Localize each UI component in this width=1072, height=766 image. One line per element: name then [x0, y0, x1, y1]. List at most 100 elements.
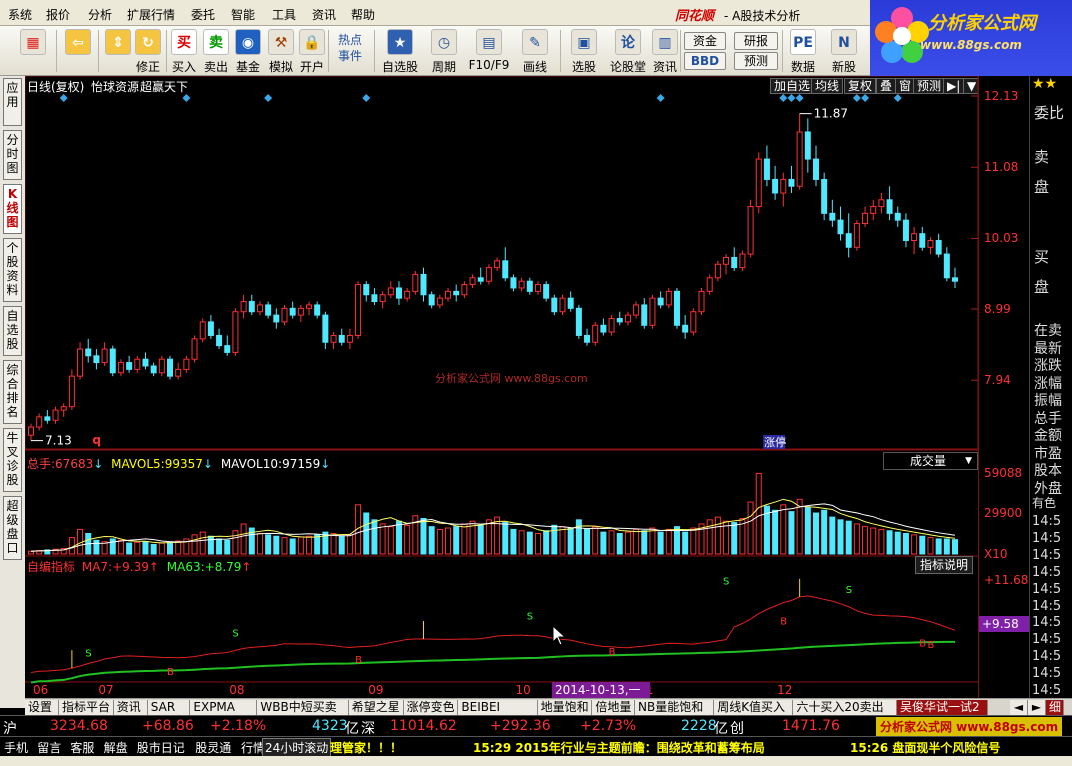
indicator-tab-8[interactable]: BEIBEI — [458, 700, 538, 715]
menu-item-4[interactable]: 委托 — [191, 6, 215, 23]
menu-item-7[interactable]: 资讯 — [312, 6, 336, 23]
volume-bar — [534, 533, 541, 555]
status-item-3[interactable]: 解盘 — [104, 739, 128, 756]
toolbar-pen-button[interactable]: ✎ 画线 — [516, 26, 554, 76]
event-diamond-icon[interactable] — [59, 94, 68, 102]
indicator-tab-12[interactable]: 周线K值买入 — [714, 700, 794, 715]
event-diamond-icon[interactable] — [852, 94, 861, 102]
candle-body — [665, 290, 672, 306]
event-diamond-icon[interactable] — [861, 94, 870, 102]
candle-body — [436, 297, 443, 306]
toolbar-grid-color-button[interactable]: ▦ — [17, 26, 49, 76]
candle-body — [690, 311, 697, 333]
toolbar-f10-button[interactable]: ▤ F10/F9 — [467, 26, 511, 76]
volume-bar — [633, 528, 640, 555]
toolbar-up-down-arrow-button[interactable]: ⇕ — [104, 26, 132, 76]
left-tab-0[interactable]: 应用 — [3, 78, 22, 126]
event-diamond-icon[interactable] — [362, 94, 371, 102]
volume-dropdown[interactable]: 成交量 ▼ — [883, 452, 978, 470]
indicator-tab-10[interactable]: 倍地量 — [592, 700, 635, 715]
left-tab-2[interactable]: K线图 — [3, 184, 22, 234]
toolbar-refresh-button[interactable]: ↻ 修正 — [134, 26, 162, 76]
volume-bar — [780, 504, 787, 555]
event-diamond-icon[interactable] — [779, 94, 788, 102]
toolbar-pe-data-button[interactable]: PE 数据 — [785, 26, 821, 76]
volume-bar — [167, 541, 174, 555]
tab-scroll-button-1[interactable]: ► — [1028, 700, 1046, 715]
menu-item-0[interactable]: 系统 — [8, 6, 32, 23]
indicator-tab-6[interactable]: 希望之星 — [348, 700, 404, 715]
menu-item-1[interactable]: 报价 — [46, 6, 70, 23]
toolbar-forum-button[interactable]: 论论股堂 — [608, 26, 648, 76]
menu-item-5[interactable]: 智能 — [231, 6, 255, 23]
status-item-1[interactable]: 留言 — [37, 739, 61, 756]
toolbar-buy-button[interactable]: 买买入 — [170, 26, 198, 76]
menu-item-3[interactable]: 扩展行情 — [127, 6, 175, 23]
chart-area[interactable]: 日线(复权) 怡球资源 超赢天下 加自选 均线 复权叠窗预测 ▶| ▼ 11.87 7.1… — [25, 76, 981, 698]
toolbar-new-stock-button[interactable]: N 新股 — [828, 26, 860, 76]
indicator-tab-3[interactable]: SAR — [147, 700, 191, 715]
left-tab-7[interactable]: 超级盘口 — [3, 496, 22, 560]
event-diamond-icon[interactable] — [656, 94, 665, 102]
indicator-tab-5[interactable]: WBB中短买卖 — [257, 700, 349, 715]
event-diamond-icon[interactable] — [182, 94, 191, 102]
toolbar-small-button[interactable]: BBD — [684, 52, 726, 70]
indicator-tab-2[interactable]: 资讯 — [113, 700, 148, 715]
left-tab-4[interactable]: 自选股 — [3, 306, 22, 356]
toolbar-news-button[interactable]: ▥ 资讯 — [651, 26, 679, 76]
volume-bar — [714, 516, 721, 555]
tab-scroll-button-0[interactable]: ◄ — [1010, 700, 1028, 715]
volume-bar — [273, 535, 280, 555]
indicator-tab-11[interactable]: NB量能饱和 — [635, 700, 715, 715]
toolbar-fund-button[interactable]: ◉ 基金 — [234, 26, 262, 76]
toolbar-hammer-button[interactable]: ⚒ 模拟 — [267, 26, 295, 76]
kline-chart[interactable]: 11.877.13 q 涨停SSSSSBBBBB B — [25, 76, 978, 698]
news-scroll-button[interactable]: 24小时滚动 — [262, 738, 332, 757]
candle-body — [845, 233, 852, 248]
volume-bar — [788, 511, 795, 555]
status-ad[interactable]: 理管家！！！ — [330, 739, 402, 756]
volume-bar — [894, 531, 901, 555]
indicator-tab-13[interactable]: 六十买入20卖出 — [793, 700, 897, 715]
event-diamond-icon[interactable] — [787, 94, 796, 102]
left-tab-6[interactable]: 牛叉诊股 — [3, 428, 22, 492]
volume-bar — [232, 530, 239, 555]
index-bar-ad[interactable]: 分析家公式网 www.88gs.com — [876, 717, 1063, 736]
volume-bar — [395, 520, 402, 555]
event-diamond-icon[interactable] — [795, 94, 804, 102]
indicator-tab-9[interactable]: 地量饱和 — [537, 700, 593, 715]
status-item-5[interactable]: 股灵通 — [195, 739, 231, 756]
status-item-0[interactable]: 手机 — [4, 739, 28, 756]
menu-item-2[interactable]: 分析 — [88, 6, 112, 23]
tab-scroll-button-2[interactable]: 细 — [1046, 700, 1064, 715]
x-axis-label: 12 — [777, 683, 793, 697]
left-tab-1[interactable]: 分时图 — [3, 130, 22, 180]
event-diamond-icon[interactable] — [264, 94, 273, 102]
left-tab-3[interactable]: 个股资料 — [3, 238, 22, 302]
toolbar-back-arrow-button[interactable]: ⇦ — [62, 26, 94, 76]
news-headline-1[interactable]: 15:29 2015年行业与主题前瞻：围绕改革和蓄筹布局 — [473, 739, 765, 756]
toolbar-small-button[interactable]: 研报 — [734, 32, 778, 50]
indicator-tab-0[interactable]: 设置 — [25, 700, 59, 715]
left-tab-5[interactable]: 综合排名 — [3, 360, 22, 424]
volume-bar — [330, 533, 337, 555]
menu-item-6[interactable]: 工具 — [272, 6, 296, 23]
toolbar-lock-button[interactable]: 🔒 开户 — [298, 26, 326, 76]
hot-events-button[interactable]: 热点事件 — [331, 26, 369, 76]
status-item-2[interactable]: 客服 — [70, 739, 94, 756]
toolbar-small-button[interactable]: 预测 — [734, 52, 778, 70]
indicator-tab-1[interactable]: 指标平台 — [59, 700, 114, 715]
toolbar-clock-button[interactable]: ◷ 周期 — [426, 26, 462, 76]
event-diamond-icon[interactable] — [893, 94, 902, 102]
indicator-tab-4[interactable]: EXPMA — [190, 700, 258, 715]
news-headline-2[interactable]: 15:26 盘面现半个风险信号 — [850, 739, 1000, 756]
indicator-tab-14[interactable]: 吴俊华试一试2 — [897, 700, 989, 715]
toolbar-sell-button[interactable]: 卖卖出 — [202, 26, 230, 76]
indicator-tab-7[interactable]: 涨停变色 — [403, 700, 459, 715]
menu-item-8[interactable]: 帮助 — [351, 6, 375, 23]
status-item-4[interactable]: 股市日记 — [137, 739, 185, 756]
toolbar-star-button[interactable]: ★ 自选股 — [380, 26, 420, 76]
toolbar-small-button[interactable]: 资金 — [684, 32, 726, 50]
indicator-help-button[interactable]: 指标说明 — [915, 556, 973, 574]
toolbar-select-stock-button[interactable]: ▣ 选股 — [564, 26, 604, 76]
